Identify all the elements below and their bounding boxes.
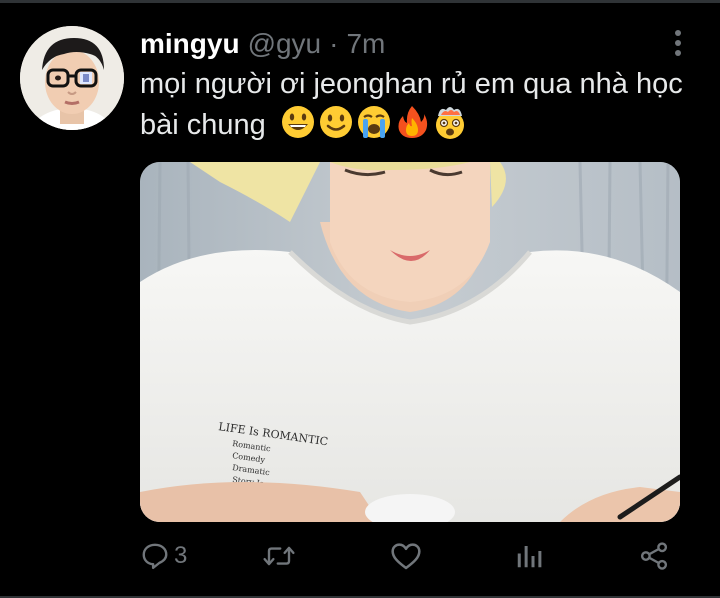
fire-icon — [394, 104, 430, 140]
loudly-crying-face-icon — [356, 104, 392, 140]
more-options-icon[interactable] — [664, 28, 692, 58]
tweet-text-container: mọi người ơi jeonghan rủ em qua nhà học … — [140, 64, 700, 145]
display-name[interactable]: mingyu — [140, 28, 240, 60]
slightly-smiling-face-icon — [318, 104, 354, 140]
emoji-row — [280, 104, 468, 140]
analytics-button[interactable] — [514, 534, 544, 578]
separator-dot: · — [329, 28, 339, 59]
tweet-actions-bar: 3 — [140, 534, 680, 578]
heart-icon — [390, 541, 422, 571]
tweet-header: mingyu @gyu · 7m — [140, 28, 385, 62]
reply-button[interactable]: 3 — [140, 534, 187, 578]
analytics-icon — [514, 541, 544, 571]
user-handle[interactable]: @gyu — [248, 28, 322, 60]
reply-count: 3 — [174, 542, 188, 569]
reply-icon — [140, 541, 170, 571]
grinning-face-icon — [280, 104, 316, 140]
share-icon — [638, 541, 670, 571]
share-button[interactable] — [638, 534, 670, 578]
avatar[interactable] — [20, 26, 124, 130]
exploding-head-icon — [432, 104, 468, 140]
retweet-button[interactable] — [262, 534, 296, 578]
timestamp[interactable]: 7m — [346, 28, 385, 60]
like-button[interactable] — [390, 534, 422, 578]
retweet-icon — [262, 541, 296, 571]
top-divider — [0, 0, 720, 3]
tweet-media-image[interactable]: LIFE Is ROMANTIC Romantic Comedy Dramati… — [140, 162, 680, 522]
